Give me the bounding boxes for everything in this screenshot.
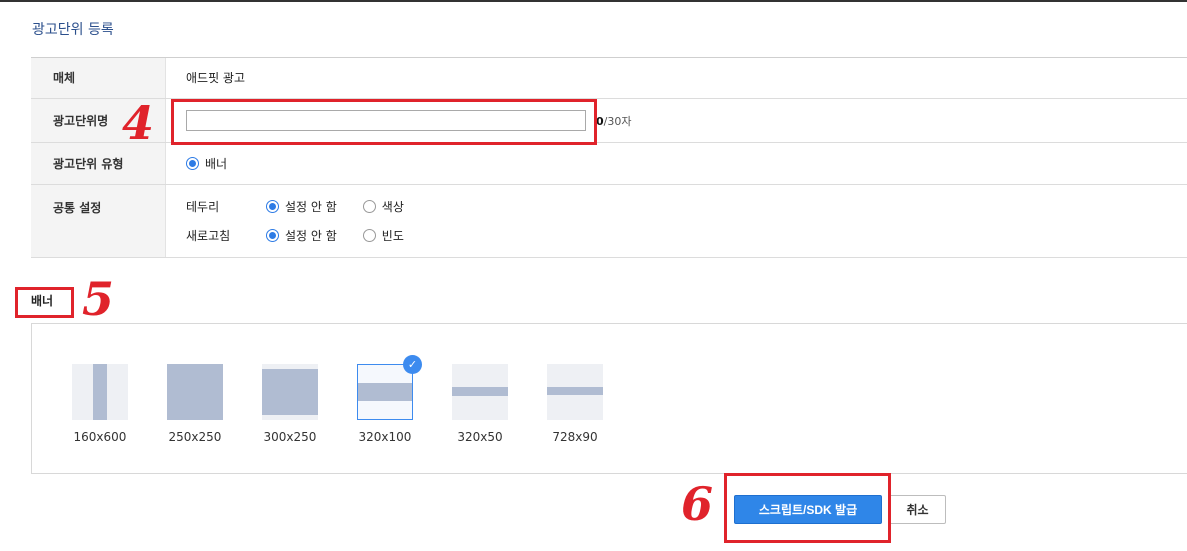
radio-dot xyxy=(186,157,199,170)
size-option-250x250[interactable]: 250x250 xyxy=(167,364,223,444)
radio-refresh-frequency[interactable]: 빈도 xyxy=(362,227,404,244)
annotation-box-banner xyxy=(15,287,74,318)
radio-banner[interactable]: 배너 xyxy=(186,155,227,172)
radio-banner-label: 배너 xyxy=(205,157,228,171)
size-thumbnail xyxy=(262,364,318,420)
char-max: /30자 xyxy=(603,114,632,128)
size-label: 728x90 xyxy=(552,430,598,444)
char-counter: 0/30자 xyxy=(596,113,631,129)
size-option-728x90[interactable]: 728x90 xyxy=(547,364,603,444)
thumb-shape xyxy=(452,387,508,396)
size-label: 160x600 xyxy=(73,430,127,444)
banner-size-picker: 160x600 250x250 300x250 ✓ 320x100 320x50… xyxy=(31,323,1187,474)
radio-refresh-none[interactable]: 설정 안 함 xyxy=(266,227,337,244)
thumb-shape xyxy=(547,387,603,395)
char-count: 0 xyxy=(596,114,604,128)
size-label: 250x250 xyxy=(168,430,222,444)
radio-refresh-none-label: 설정 안 함 xyxy=(285,229,337,243)
check-icon: ✓ xyxy=(403,355,422,374)
thumb-shape xyxy=(167,364,223,420)
size-thumbnail xyxy=(167,364,223,420)
annotation-number-5: 5 xyxy=(82,272,115,326)
thumb-shape xyxy=(93,364,107,420)
radio-border-none-label: 설정 안 함 xyxy=(285,200,337,214)
common-label: 공통 설정 xyxy=(31,185,166,257)
radio-border-none[interactable]: 설정 안 함 xyxy=(266,198,337,215)
annotation-box-unit-name xyxy=(171,99,597,145)
radio-dot xyxy=(266,200,279,213)
row-unit-type: 광고단위 유형 배너 xyxy=(31,143,1187,185)
radio-border-color[interactable]: 색상 xyxy=(362,198,404,215)
top-border xyxy=(0,0,1187,2)
common-value: 테두리 설정 안 함 색상 새로고침 설정 안 함 빈도 xyxy=(166,185,1187,257)
size-label: 320x50 xyxy=(457,430,503,444)
size-label: 300x250 xyxy=(263,430,317,444)
size-option-160x600[interactable]: 160x600 xyxy=(72,364,128,444)
radio-dot xyxy=(266,229,279,242)
media-label: 매체 xyxy=(31,58,166,98)
refresh-setting: 새로고침 설정 안 함 빈도 xyxy=(186,221,430,250)
radio-border-color-label: 색상 xyxy=(381,200,404,214)
size-option-320x50[interactable]: 320x50 xyxy=(452,364,508,444)
annotation-box-submit xyxy=(724,473,891,543)
page-title: 광고단위 등록 xyxy=(32,22,114,38)
thumb-shape xyxy=(262,369,318,415)
radio-refresh-frequency-label: 빈도 xyxy=(381,229,404,243)
size-option-300x250[interactable]: 300x250 xyxy=(262,364,318,444)
size-option-320x100[interactable]: ✓ 320x100 xyxy=(357,355,422,444)
size-thumbnail xyxy=(72,364,128,420)
radio-dot xyxy=(362,200,376,213)
unit-type-value: 배너 xyxy=(166,143,1187,184)
annotation-number-6: 6 xyxy=(681,477,714,531)
thumb-shape xyxy=(358,383,412,401)
size-label: 320x100 xyxy=(358,430,412,444)
row-media: 매체 애드핏 광고 xyxy=(31,58,1187,99)
row-common-settings: 공통 설정 테두리 설정 안 함 색상 새로고침 설정 안 함 빈도 xyxy=(31,185,1187,258)
size-thumbnail xyxy=(452,364,508,420)
annotation-number-4: 4 xyxy=(122,96,155,150)
size-thumbnail xyxy=(547,364,603,420)
size-thumbnail: ✓ xyxy=(357,355,422,420)
radio-dot xyxy=(362,229,376,242)
border-setting: 테두리 설정 안 함 색상 xyxy=(186,192,430,221)
refresh-label: 새로고침 xyxy=(186,229,231,243)
media-value: 애드핏 광고 xyxy=(186,70,246,85)
settings-form: 매체 애드핏 광고 광고단위명 0/30자 광고단위 유형 배너 공통 설정 테… xyxy=(31,57,1187,258)
border-label: 테두리 xyxy=(186,200,220,214)
cancel-button[interactable]: 취소 xyxy=(889,495,946,524)
